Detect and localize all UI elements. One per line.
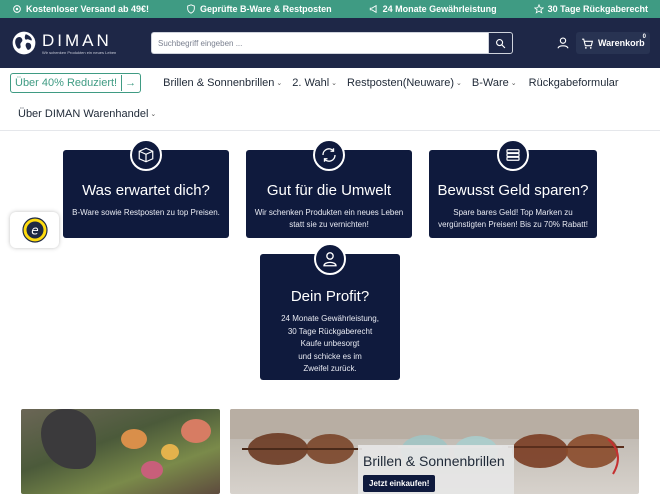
cart-button[interactable]: Warenkorb 0 bbox=[576, 32, 650, 54]
category-tile-garden[interactable] bbox=[21, 409, 220, 494]
feature-card-environment: Gut für die Umwelt Wir schenken Produkte… bbox=[246, 139, 412, 238]
tile-caption: Brillen & Sonnenbrillen Jetzt einkaufen! bbox=[358, 445, 514, 494]
nav-item-brillen[interactable]: Brillen & Sonnenbrillen ⌄ bbox=[163, 77, 282, 89]
shield-icon bbox=[187, 4, 195, 14]
tile-title: Brillen & Sonnenbrillen bbox=[363, 453, 505, 469]
profit-line: 24 Monate Gewährleistung, bbox=[281, 314, 379, 323]
search-bar bbox=[151, 32, 513, 54]
nav-item-label: Brillen & Sonnenbrillen bbox=[163, 77, 275, 89]
feature-title: Bewusst Geld sparen? bbox=[437, 182, 589, 199]
search-icon bbox=[496, 38, 506, 48]
main-nav: Über 40% Reduziert! → Brillen & Sonnenbr… bbox=[0, 68, 660, 98]
nav-item-b-ware[interactable]: B-Ware ⌄ bbox=[472, 77, 517, 89]
profit-line: 30 Tage Rückgaberecht bbox=[287, 326, 373, 336]
feature-icon-circle bbox=[130, 139, 162, 171]
nav-item-label: 2. Wahl bbox=[292, 77, 330, 89]
nav-item-label: Über DIMAN Warenhandel bbox=[18, 108, 149, 120]
image-decoration bbox=[181, 419, 211, 443]
usp-label: 30 Tage Rückgaberecht bbox=[547, 4, 648, 14]
nav-item-label: Restposten(Neuware) bbox=[347, 77, 455, 89]
money-stack-icon bbox=[506, 149, 520, 161]
brand-tagline: Wir schenken Produkten ein neues Leben bbox=[42, 49, 117, 55]
feature-title: Gut für die Umwelt bbox=[266, 182, 392, 199]
profit-line: und schicke es im bbox=[298, 351, 362, 361]
usp-warranty: 24 Monate Gewährleistung bbox=[369, 4, 497, 14]
brand: DIMAN Wir schenken Produkten ein neues L… bbox=[42, 32, 116, 55]
feature-icon-circle bbox=[314, 243, 346, 275]
secondary-nav: Über DIMAN Warenhandel ⌄ bbox=[0, 98, 660, 130]
image-decoration bbox=[141, 461, 163, 479]
cart-label: Warenkorb bbox=[598, 38, 645, 48]
promo-button[interactable]: Über 40% Reduziert! → bbox=[10, 73, 142, 93]
profit-line: Zweifel zurück. bbox=[303, 364, 357, 373]
feature-title: Dein Profit? bbox=[290, 288, 370, 305]
nav-item-label: Rückgabeformular bbox=[528, 77, 619, 89]
chevron-down-icon: ⌄ bbox=[150, 111, 157, 118]
recycle-icon bbox=[322, 148, 336, 162]
image-decoration bbox=[121, 429, 147, 449]
search-input[interactable] bbox=[151, 32, 488, 54]
feature-text: B-Ware sowie Restposten zu top Preisen. bbox=[72, 208, 220, 217]
nav-item-2-wahl[interactable]: 2. Wahl ⌄ bbox=[292, 77, 337, 89]
promo-label: Über 40% Reduziert! bbox=[15, 77, 118, 89]
feature-text: 24 Monate Gewährleistung, 30 Tage Rückga… bbox=[260, 313, 400, 376]
cart-count-badge: 0 bbox=[642, 34, 646, 40]
usp-checked: Geprüfte B-Ware & Restposten bbox=[186, 4, 332, 14]
trust-letter: e bbox=[31, 224, 38, 238]
feature-card-expect: Was erwartet dich? B-Ware sowie Restpost… bbox=[63, 139, 229, 238]
star-icon bbox=[533, 4, 544, 14]
nav-item-label: B-Ware bbox=[471, 77, 509, 89]
user-account-icon bbox=[557, 37, 569, 49]
nav-item-ueber-diman[interactable]: Über DIMAN Warenhandel ⌄ bbox=[18, 108, 156, 120]
usp-label: Geprüfte B-Ware & Restposten bbox=[200, 4, 332, 14]
gear-icon bbox=[13, 5, 21, 13]
megaphone-icon bbox=[369, 4, 377, 14]
trusted-shops-badge[interactable]: e bbox=[10, 212, 59, 248]
user-icon bbox=[323, 252, 337, 267]
shop-now-button[interactable]: Jetzt einkaufen! bbox=[363, 475, 436, 492]
logo[interactable]: DIMAN Wir schenken Produkten ein neues L… bbox=[10, 29, 142, 57]
account-button[interactable] bbox=[556, 18, 570, 68]
image-decoration bbox=[41, 409, 96, 469]
chevron-down-icon: ⌄ bbox=[276, 80, 283, 87]
nav-divider bbox=[0, 130, 660, 131]
nav-item-rueckgabeformular[interactable]: Rückgabeformular bbox=[529, 77, 619, 89]
feature-card-save-money: Bewusst Geld sparen? Spare bares Geld! T… bbox=[429, 139, 597, 238]
chevron-down-icon: ⌄ bbox=[331, 80, 338, 87]
usp-return: 30 Tage Rückgaberecht bbox=[533, 4, 648, 14]
usp-label: Kostenloser Versand ab 49€! bbox=[26, 4, 150, 14]
box-icon bbox=[138, 147, 154, 163]
chevron-down-icon: ⌄ bbox=[456, 80, 462, 87]
feature-card-profit: Dein Profit? 24 Monate Gewährleistung, 3… bbox=[260, 243, 400, 380]
feature-icon-circle bbox=[497, 139, 529, 171]
brand-name: DIMAN bbox=[42, 30, 112, 50]
usp-bar: Kostenloser Versand ab 49€! Geprüfte B-W… bbox=[0, 0, 660, 18]
profit-line: Kaufe unbesorgt bbox=[300, 339, 360, 348]
header: DIMAN Wir schenken Produkten ein neues L… bbox=[0, 18, 660, 68]
feature-title: Was erwartet dich? bbox=[82, 182, 210, 199]
nav-item-restposten[interactable]: Restposten(Neuware) ⌄ bbox=[347, 77, 462, 89]
chevron-down-icon: ⌄ bbox=[510, 80, 517, 87]
image-decoration bbox=[161, 444, 179, 460]
feature-text: Spare bares Geld! Top Marken zu vergünst… bbox=[438, 208, 588, 229]
arrow-right-icon: → bbox=[121, 75, 136, 91]
search-button[interactable] bbox=[488, 32, 513, 54]
usp-shipping: Kostenloser Versand ab 49€! bbox=[12, 4, 149, 14]
feature-icon-circle bbox=[313, 139, 345, 171]
globe-logo-icon bbox=[12, 31, 36, 55]
feature-text: Wir schenken Produkten ein neues Leben s… bbox=[254, 208, 404, 229]
category-tile-glasses[interactable]: Brillen & Sonnenbrillen Jetzt einkaufen! bbox=[230, 409, 639, 494]
usp-label: 24 Monate Gewährleistung bbox=[382, 4, 497, 14]
cart-icon bbox=[582, 38, 594, 49]
trusted-shops-icon: e bbox=[21, 217, 48, 243]
